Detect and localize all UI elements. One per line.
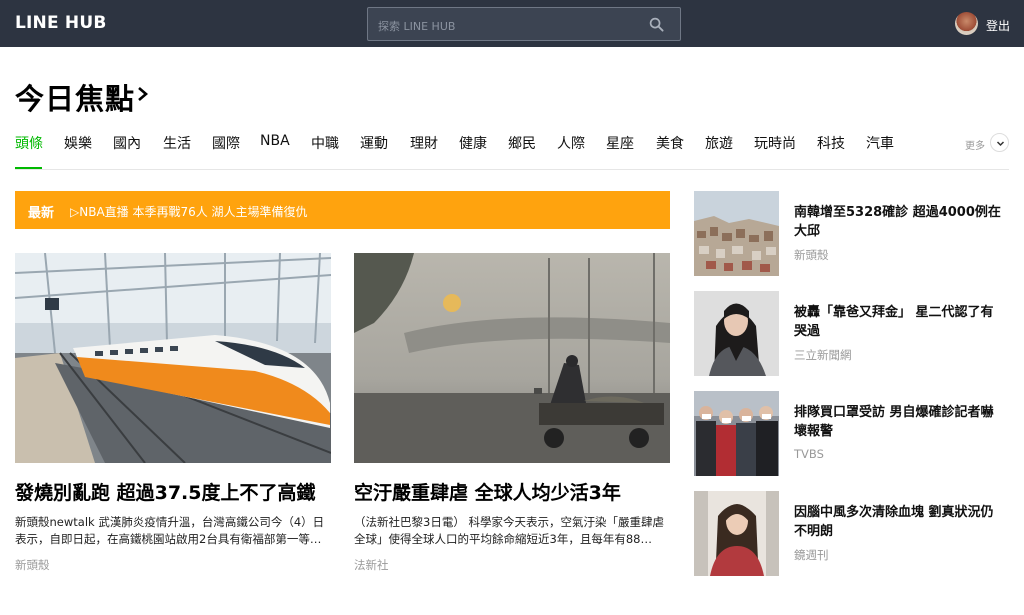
tab-nba[interactable]: NBA: [260, 133, 290, 149]
latest-news-bar[interactable]: 最新 ▷NBA直播 本季再戰76人 湖人主場準備復仇: [15, 191, 670, 229]
search-icon[interactable]: [649, 17, 664, 32]
side-news-thumbnail[interactable]: [694, 491, 779, 576]
tab-life[interactable]: 生活: [163, 133, 191, 153]
page-title[interactable]: 今日焦點: [15, 76, 135, 118]
tab-cpbl[interactable]: 中職: [311, 133, 339, 153]
feature-desc[interactable]: 新頭殼newtalk 武漢肺炎疫情升溫，台灣高鐵公司今（4）日表示，自即日起，在…: [15, 514, 331, 548]
search-placeholder: 探索 LINE HUB: [378, 20, 456, 33]
tab-international[interactable]: 國際: [212, 133, 240, 153]
tab-entertainment[interactable]: 娛樂: [64, 133, 92, 153]
feature-desc[interactable]: （法新社巴黎3日電） 科學家今天表示，空氣汙染「嚴重肆虐全球」使得全球人口的平均…: [354, 514, 670, 548]
tab-finance[interactable]: 理財: [410, 133, 438, 153]
chevron-down-icon: [996, 141, 1005, 147]
feature-title[interactable]: 空汙嚴重肆虐 全球人均少活3年: [354, 478, 621, 505]
feature-image-smog[interactable]: [354, 253, 670, 463]
chevron-right-icon[interactable]: [136, 84, 150, 104]
feature-title[interactable]: 發燒別亂跑 超過37.5度上不了高鐵: [15, 478, 316, 505]
side-news-item[interactable]: 南韓增至5328確診 超過4000例在大邱 新頭殼: [694, 191, 1012, 277]
tab-relationships[interactable]: 人際: [557, 133, 585, 153]
side-news-source: 新頭殼: [794, 248, 829, 262]
tab-headlines[interactable]: 頭條: [15, 133, 43, 153]
search-input[interactable]: 探索 LINE HUB: [367, 7, 681, 41]
more-button[interactable]: [990, 133, 1009, 152]
tab-domestic[interactable]: 國內: [113, 133, 141, 153]
side-news-thumbnail[interactable]: [694, 191, 779, 276]
side-news-title[interactable]: 排隊買口罩受訪 男自爆確診記者嚇壞報警: [794, 403, 1006, 441]
tab-netizens[interactable]: 鄉民: [508, 133, 536, 153]
side-news-thumbnail[interactable]: [694, 391, 779, 476]
side-news-title[interactable]: 被轟「靠爸又拜金」 星二代認了有哭過: [794, 303, 1006, 341]
side-news-source: TVBS: [794, 447, 824, 461]
tab-tech[interactable]: 科技: [817, 133, 845, 153]
logout-button[interactable]: 登出: [986, 17, 1010, 34]
latest-label: 最新: [28, 206, 55, 221]
tab-horoscope[interactable]: 星座: [606, 133, 634, 153]
tab-travel[interactable]: 旅遊: [705, 133, 733, 153]
tab-fashion[interactable]: 玩時尚: [754, 133, 796, 153]
top-bar: LINE HUB 探索 LINE HUB 登出: [0, 0, 1024, 47]
tabs-divider: [15, 169, 1009, 170]
tab-sports[interactable]: 運動: [360, 133, 388, 153]
tab-food[interactable]: 美食: [656, 133, 684, 153]
tab-health[interactable]: 健康: [459, 133, 487, 153]
side-news-title[interactable]: 因腦中風多次清除血塊 劉真狀況仍不明朗: [794, 503, 1006, 541]
side-news-title[interactable]: 南韓增至5328確診 超過4000例在大邱: [794, 203, 1006, 241]
feature-source: 法新社: [354, 558, 389, 572]
logo[interactable]: LINE HUB: [15, 13, 107, 33]
side-news-item[interactable]: 排隊買口罩受訪 男自爆確診記者嚇壞報警 TVBS: [694, 391, 1012, 477]
avatar[interactable]: [955, 12, 978, 35]
feature-image-train[interactable]: [15, 253, 331, 463]
side-news-source: 鏡週刊: [794, 548, 829, 562]
latest-headline[interactable]: ▷NBA直播 本季再戰76人 湖人主場準備復仇: [70, 203, 308, 220]
more-label[interactable]: 更多: [965, 137, 985, 152]
side-news-item[interactable]: 因腦中風多次清除血塊 劉真狀況仍不明朗 鏡週刊: [694, 491, 1012, 577]
tab-cars[interactable]: 汽車: [866, 133, 894, 153]
feature-source: 新頭殼: [15, 558, 50, 572]
side-news-thumbnail[interactable]: [694, 291, 779, 376]
side-news-source: 三立新聞網: [794, 348, 852, 362]
side-news-item[interactable]: 被轟「靠爸又拜金」 星二代認了有哭過 三立新聞網: [694, 291, 1012, 377]
